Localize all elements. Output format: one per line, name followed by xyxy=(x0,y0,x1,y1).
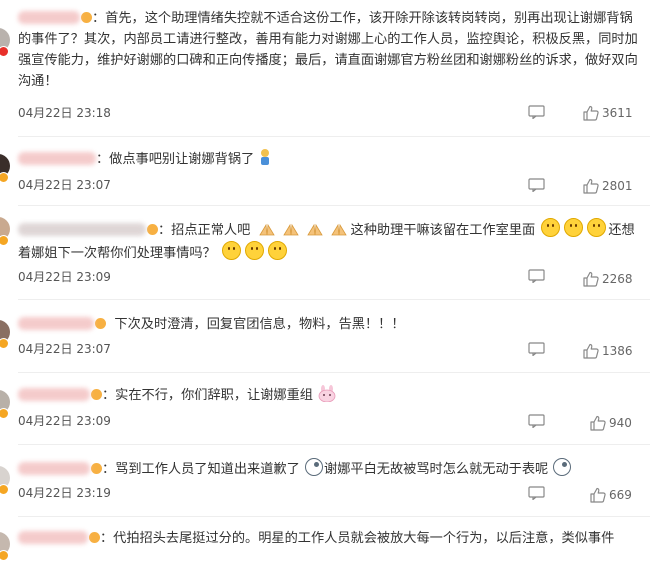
smile-emoji-icon xyxy=(268,241,288,260)
comment-body: ：骂到工作人员了知道出来道歉了 谢娜平白无故被骂时怎么就无动于表呢 xyxy=(18,458,638,480)
like-count: 1386 xyxy=(602,344,633,358)
like-count: 669 xyxy=(609,488,632,502)
username[interactable] xyxy=(18,388,90,401)
smile-emoji-icon xyxy=(564,218,584,237)
reply-icon[interactable] xyxy=(528,105,545,119)
like-button[interactable]: 2268 xyxy=(583,271,643,287)
like-button[interactable]: 2801 xyxy=(583,178,643,194)
comment-item: ：实在不行，你们辞职，让谢娜重组 04月22日 23:09 940 xyxy=(0,374,650,445)
comment-text: ：实在不行，你们辞职，让谢娜重组 xyxy=(102,388,313,403)
like-button[interactable]: 669 xyxy=(590,487,645,503)
smile-emoji-icon xyxy=(245,241,265,260)
badge-icon xyxy=(0,484,9,495)
comment-body: ：实在不行，你们辞职，让谢娜重组 xyxy=(18,385,638,406)
username[interactable] xyxy=(18,531,88,544)
comment-timestamp: 04月22日 23:18 xyxy=(18,106,111,120)
divider xyxy=(18,136,650,137)
avatar[interactable] xyxy=(0,320,10,349)
reply-icon[interactable] xyxy=(528,486,545,500)
divider xyxy=(18,444,650,445)
face-emoji-icon xyxy=(553,458,572,476)
like-button[interactable]: 1386 xyxy=(583,343,643,359)
smile-emoji-icon xyxy=(587,218,607,237)
comment-timestamp: 04月22日 23:19 xyxy=(18,486,111,500)
comment-text: 这种助理干嘛该留在工作室里面 xyxy=(350,223,536,238)
comment-text: 下次及时澄清，回复官团信息，物料，告黑！！！ xyxy=(114,317,405,332)
comment-body: ：做点事吧别让谢娜背锅了 xyxy=(18,148,638,170)
like-count: 3611 xyxy=(602,106,633,120)
like-button[interactable]: 3611 xyxy=(583,105,643,121)
like-button[interactable]: 940 xyxy=(590,415,645,431)
thumbs-up-icon xyxy=(583,271,599,287)
comment-body: 下次及时澄清，回复官团信息，物料，告黑！！！ xyxy=(18,314,638,335)
avatar[interactable] xyxy=(0,154,10,183)
reply-icon[interactable] xyxy=(528,342,545,356)
comment-body: ：招点正常人吧 这种助理干嘛该留在工作室里面 还想着娜姐下一次帮你们处理事情吗？ xyxy=(18,218,638,264)
comment-timestamp: 04月22日 23:07 xyxy=(18,178,111,192)
comment-text: ：代拍招头去尾挺过分的。明星的工作人员就会被放大每一个行为，以后注意，类似事件 xyxy=(100,531,615,546)
thumbs-up-icon xyxy=(590,415,606,431)
verified-badge-icon xyxy=(89,532,100,543)
smile-emoji-icon xyxy=(222,241,242,260)
smile-emoji-icon xyxy=(541,218,561,237)
comment-text: ：首先，这个助理情绪失控就不适合这份工作，该开除开除该转岗转岗，别再出现让谢娜背… xyxy=(18,11,638,89)
thumbs-up-icon xyxy=(583,343,599,359)
avatar[interactable] xyxy=(0,390,10,419)
verified-badge-icon xyxy=(95,318,106,329)
avatar[interactable] xyxy=(0,532,10,561)
username[interactable] xyxy=(18,152,96,165)
like-count: 2268 xyxy=(602,272,633,286)
badge-icon xyxy=(0,46,9,57)
thumbs-up-icon xyxy=(583,105,599,121)
thumbs-up-icon xyxy=(583,178,599,194)
comment-body: ：代拍招头去尾挺过分的。明星的工作人员就会被放大每一个行为，以后注意，类似事件 xyxy=(18,528,638,549)
reply-icon[interactable] xyxy=(528,178,545,192)
avatar[interactable] xyxy=(0,466,10,495)
verified-badge-icon xyxy=(91,389,102,400)
pray-emoji-icon xyxy=(258,223,275,236)
comment-item: ：骂到工作人员了知道出来道歉了 谢娜平白无故被骂时怎么就无动于表呢 04月22日… xyxy=(0,450,650,517)
badge-icon xyxy=(0,408,9,419)
comment-item: ：招点正常人吧 这种助理干嘛该留在工作室里面 还想着娜姐下一次帮你们处理事情吗？… xyxy=(0,207,650,300)
pray-emoji-icon xyxy=(330,223,347,236)
verified-badge-icon xyxy=(91,463,102,474)
bunny-emoji-icon xyxy=(318,385,336,402)
divider xyxy=(18,372,650,373)
pray-emoji-icon xyxy=(306,223,323,236)
comment-text: 谢娜平白无故被骂时怎么就无动于表呢 xyxy=(324,462,549,477)
divider xyxy=(18,205,650,206)
like-count: 2801 xyxy=(602,179,633,193)
comment-text: ：骂到工作人员了知道出来道歉了 xyxy=(102,462,300,477)
reply-icon[interactable] xyxy=(528,414,545,428)
comment-body: ：首先，这个助理情绪失控就不适合这份工作，该开除开除该转岗转岗，别再出现让谢娜背… xyxy=(18,8,638,92)
badge-icon xyxy=(0,338,9,349)
comment-item: 下次及时澄清，回复官团信息，物料，告黑！！！ 04月22日 23:07 1386 xyxy=(0,302,650,373)
verified-badge-icon xyxy=(147,224,158,235)
avatar[interactable] xyxy=(0,217,10,246)
badge-icon xyxy=(0,235,9,246)
username[interactable] xyxy=(18,317,94,330)
username[interactable] xyxy=(18,462,90,475)
divider xyxy=(18,516,650,517)
comment-timestamp: 04月22日 23:07 xyxy=(18,342,111,356)
worker-emoji-icon xyxy=(261,149,270,165)
like-count: 940 xyxy=(609,416,632,430)
avatar[interactable] xyxy=(0,28,10,57)
face-emoji-icon xyxy=(305,458,324,476)
comment-text: ：做点事吧别让谢娜背锅了 xyxy=(96,152,255,167)
username[interactable] xyxy=(18,223,146,236)
reply-icon[interactable] xyxy=(528,269,545,283)
divider xyxy=(18,299,650,300)
thumbs-up-icon xyxy=(590,487,606,503)
comment-item: ：首先，这个助理情绪失控就不适合这份工作，该开除开除该转岗转岗，别再出现让谢娜背… xyxy=(0,0,650,137)
comment-timestamp: 04月22日 23:09 xyxy=(18,414,111,428)
verified-badge-icon xyxy=(81,12,92,23)
pray-emoji-icon xyxy=(282,223,299,236)
comment-text: ：招点正常人吧 xyxy=(158,223,251,238)
comment-item: ：代拍招头去尾挺过分的。明星的工作人员就会被放大每一个行为，以后注意，类似事件 xyxy=(0,524,650,561)
badge-icon xyxy=(0,172,9,183)
comment-timestamp: 04月22日 23:09 xyxy=(18,270,111,284)
comment-item: ：做点事吧别让谢娜背锅了 04月22日 23:07 2801 xyxy=(0,138,650,206)
username[interactable] xyxy=(18,11,80,24)
